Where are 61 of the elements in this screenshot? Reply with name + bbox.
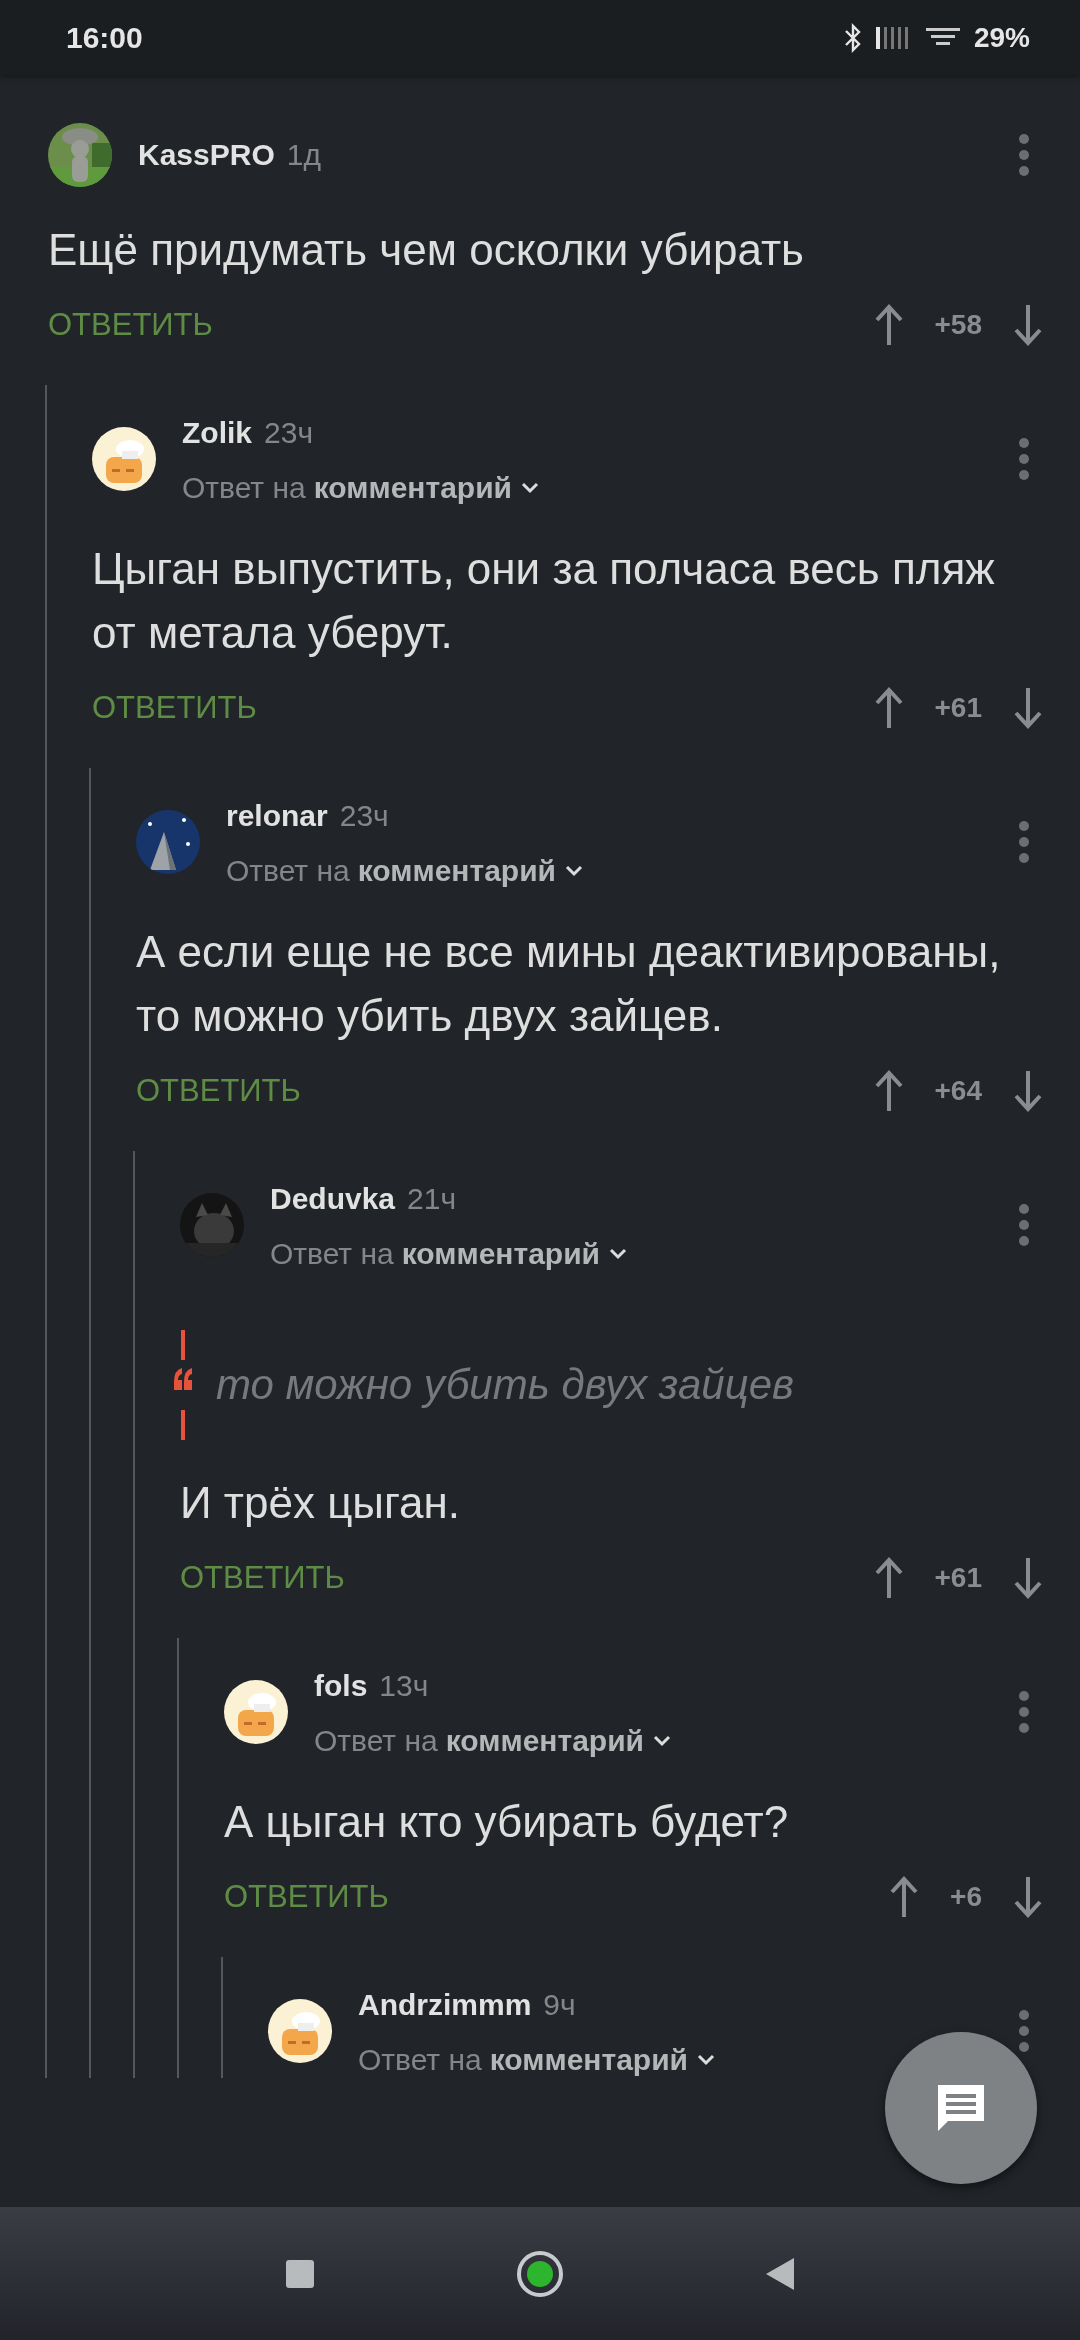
comment-text: А если еще не все мины деактивированы, то можно убить двух зайцев.: [136, 926, 1002, 1042]
chevron-down-icon[interactable]: [696, 2053, 717, 2067]
parent-comment-link[interactable]: комментарий: [313, 471, 513, 505]
more-options-icon[interactable]: [1018, 1689, 1030, 1734]
chevron-down-icon[interactable]: [564, 864, 585, 878]
vote-score: +61: [934, 1562, 982, 1594]
downvote-icon[interactable]: [1012, 1556, 1044, 1600]
comment-text: А цыган кто убирать будет?: [224, 1796, 790, 1848]
parent-comment-link[interactable]: комментарий: [401, 1237, 601, 1271]
downvote-icon[interactable]: [1012, 686, 1044, 730]
reply-to-label: Ответ на: [270, 1237, 394, 1271]
status-time: 16:00: [66, 20, 143, 55]
more-options-icon[interactable]: [1018, 2008, 1030, 2053]
comment-time: 1д: [286, 138, 321, 172]
home-icon[interactable]: [516, 2249, 564, 2298]
vote-score: +6: [950, 1881, 982, 1913]
parent-comment-link[interactable]: комментарий: [489, 2043, 689, 2077]
parent-comment-link[interactable]: комментарий: [357, 854, 557, 888]
username[interactable]: KassPRO: [138, 138, 275, 172]
username[interactable]: Zolik: [182, 416, 252, 450]
comment-time: 23ч: [339, 799, 389, 833]
more-options-icon[interactable]: [1018, 133, 1030, 177]
comment-time: 23ч: [264, 416, 313, 450]
vote-score: +64: [934, 1075, 982, 1107]
more-options-icon[interactable]: [1018, 819, 1030, 864]
reply-to-label: Ответ на: [358, 2043, 482, 2077]
parent-comment-link[interactable]: комментарий: [445, 1724, 645, 1758]
username[interactable]: fols: [314, 1669, 368, 1703]
comment-text: Цыган выпустить, они за полчаса весь пляж от метала уберут.: [92, 543, 996, 659]
username[interactable]: relonar: [226, 799, 328, 833]
comment-text: Ещё придумать чем осколки убирать: [48, 224, 805, 276]
bluetooth-icon: [843, 22, 862, 53]
username[interactable]: Deduvka: [270, 1182, 396, 1216]
reply-to-label: Ответ на: [226, 854, 350, 888]
back-icon[interactable]: [764, 2255, 796, 2292]
more-options-icon[interactable]: [1018, 1202, 1030, 1247]
vote-score: +58: [934, 309, 982, 341]
vote-score: +61: [934, 692, 982, 724]
reply-button[interactable]: ОТВЕТИТЬ: [92, 690, 257, 726]
chevron-down-icon[interactable]: [608, 1247, 629, 1261]
quote-icon: [172, 1330, 194, 1440]
battery-level: 29%: [973, 21, 1030, 54]
reply-button[interactable]: ОТВЕТИТЬ: [48, 307, 213, 343]
recents-icon[interactable]: [284, 2257, 316, 2290]
reply-button[interactable]: ОТВЕТИТЬ: [224, 1879, 389, 1915]
comment-time: 13ч: [379, 1669, 429, 1703]
downvote-icon[interactable]: [1012, 1875, 1044, 1919]
quoted-text: то можно убить двух зайцев: [216, 1361, 794, 1409]
comment-text: И трёх цыган.: [180, 1477, 462, 1529]
reply-button[interactable]: ОТВЕТИТЬ: [180, 1560, 345, 1596]
username[interactable]: Andrzimmm: [358, 1988, 532, 2022]
chevron-down-icon[interactable]: [652, 1734, 673, 1748]
more-options-icon[interactable]: [1018, 436, 1030, 481]
chevron-down-icon[interactable]: [520, 481, 541, 495]
comment-time: 21ч: [407, 1182, 457, 1216]
reply-button[interactable]: ОТВЕТИТЬ: [136, 1073, 301, 1109]
downvote-icon[interactable]: [1012, 303, 1044, 347]
reply-to-label: Ответ на: [314, 1724, 438, 1758]
downvote-icon[interactable]: [1012, 1069, 1044, 1113]
reply-to-label: Ответ на: [182, 471, 306, 505]
comment-time: 9ч: [543, 1988, 576, 2022]
